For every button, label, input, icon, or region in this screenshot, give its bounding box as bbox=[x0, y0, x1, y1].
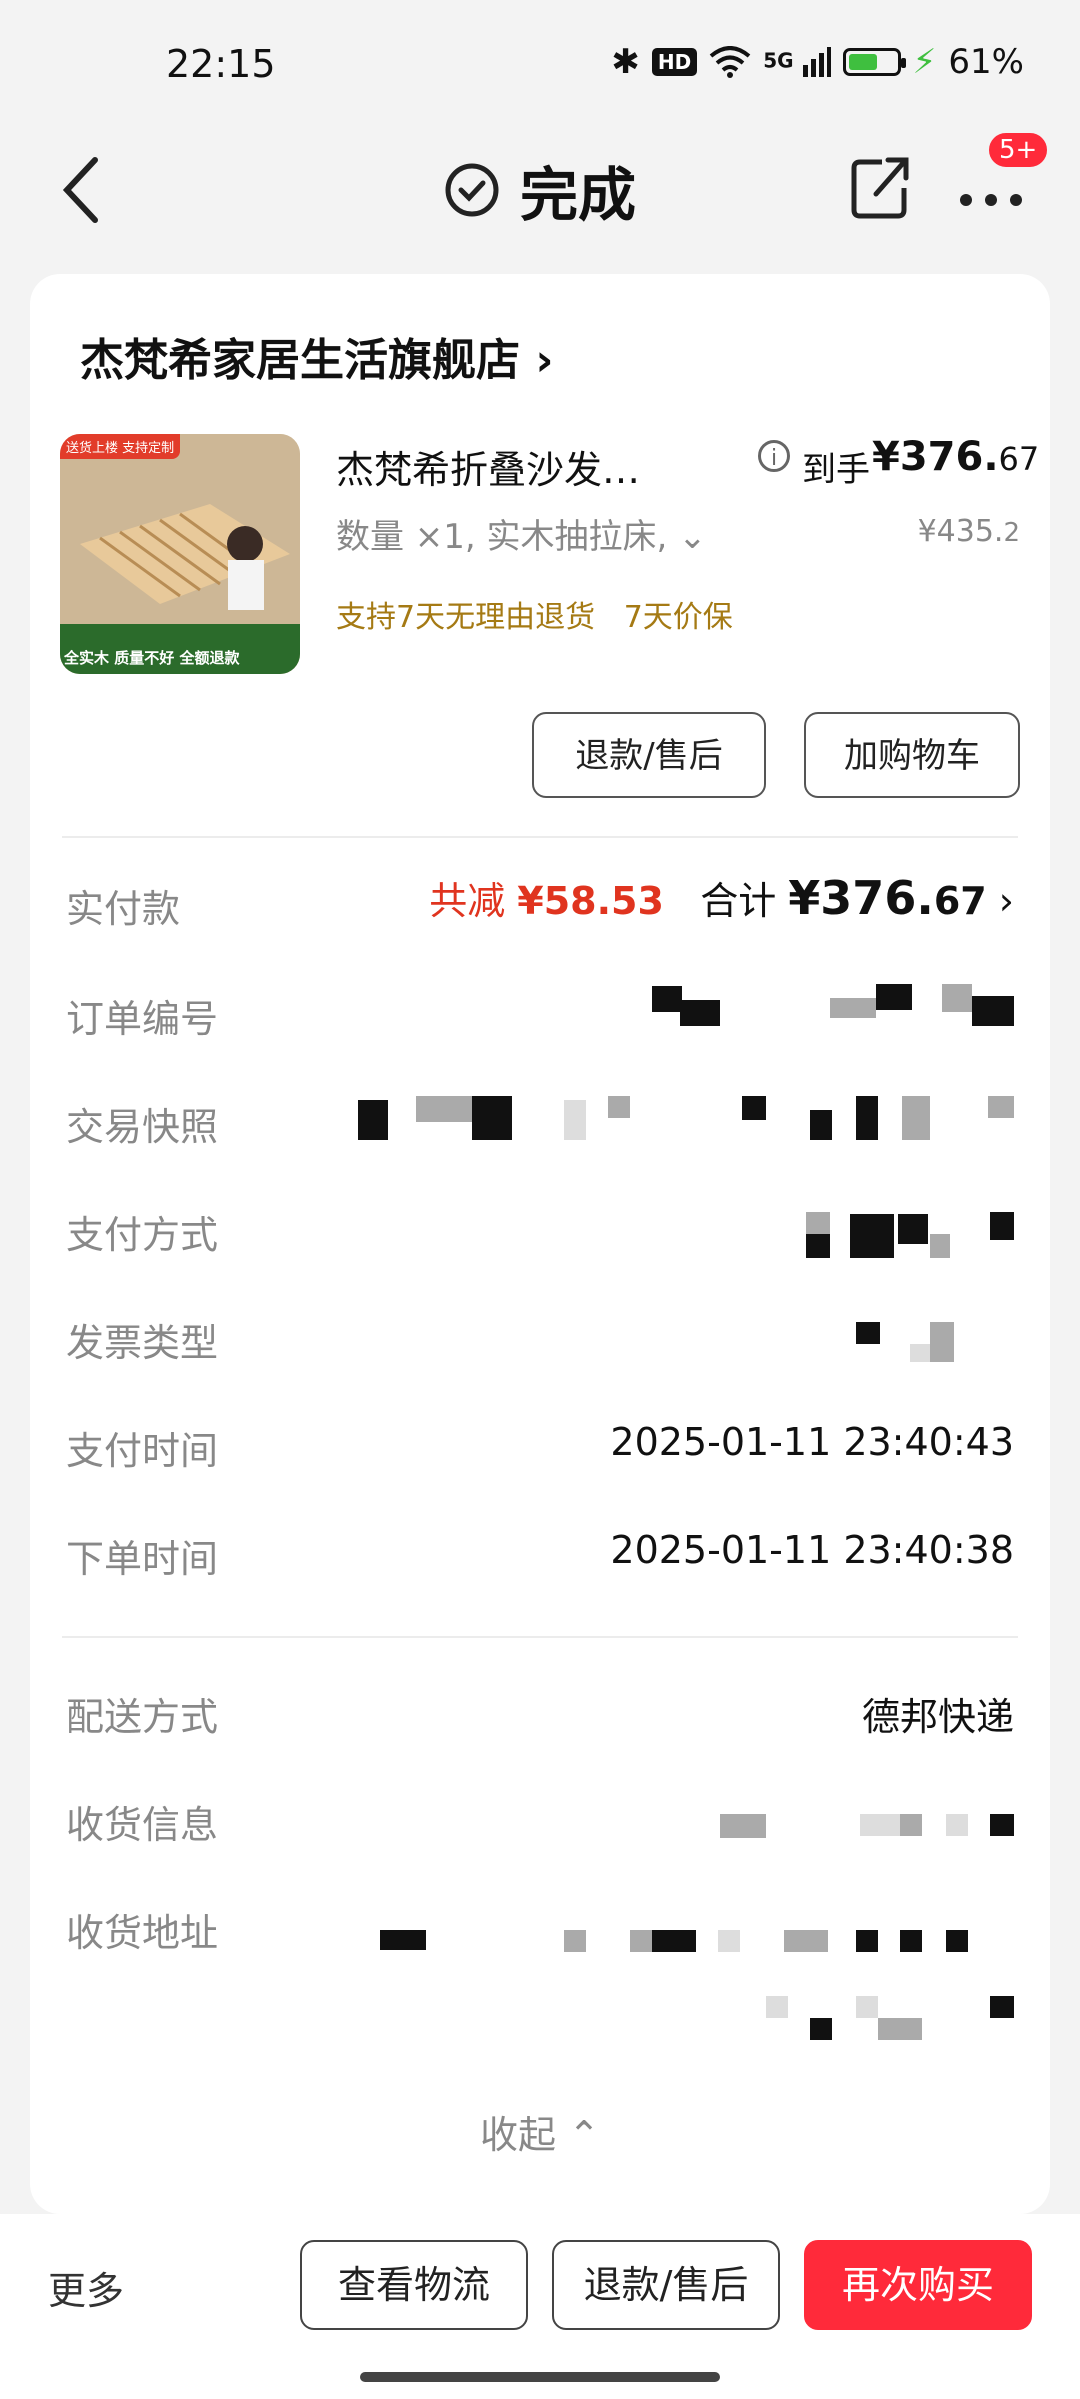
buy-again-button[interactable]: 再次购买 bbox=[804, 2240, 1032, 2330]
nav-bar: 完成 bbox=[0, 130, 1080, 250]
divider bbox=[62, 836, 1018, 838]
refund-button[interactable]: 退款/售后 bbox=[532, 712, 766, 798]
total-dec: 67 bbox=[933, 879, 987, 923]
invoice-type-label: 发票类型 bbox=[66, 1321, 219, 1365]
more-link[interactable]: 更多 bbox=[48, 2260, 124, 2315]
orig-dec: 2 bbox=[1003, 518, 1020, 548]
payment-label: 实付款 bbox=[66, 887, 181, 931]
product-spec[interactable]: 数量 ×1, 实木抽拉床, ⌄ bbox=[336, 509, 707, 558]
page-title: 完成 bbox=[0, 148, 1080, 232]
bed-illustration bbox=[60, 434, 300, 674]
discount-label: 共减 bbox=[429, 879, 506, 923]
delivery-method-label: 配送方式 bbox=[66, 1695, 219, 1739]
bluetooth-icon: ✱ bbox=[611, 42, 640, 82]
refund-aftersale-button[interactable]: 退款/售后 bbox=[552, 2240, 780, 2330]
divider bbox=[62, 1636, 1018, 1638]
product-image[interactable]: 送货上楼 支持定制 全实木 质量不好 全额退款 bbox=[60, 434, 300, 674]
order-card: 杰梵希家居生活旗舰店 › 送货上楼 支持定制 全实木 质量不好 全额退款 杰梵希… bbox=[30, 274, 1050, 2214]
view-logistics-button[interactable]: 查看物流 bbox=[300, 2240, 528, 2330]
status-time: 22:15 bbox=[166, 42, 276, 86]
payment-summary[interactable]: 共减 ¥58.53 合计 ¥376.67 › bbox=[429, 870, 1014, 925]
order-time-label: 下单时间 bbox=[66, 1537, 219, 1581]
discount-amount: ¥58.53 bbox=[517, 879, 664, 923]
battery-percent: 61% bbox=[948, 42, 1024, 82]
wifi-icon bbox=[709, 46, 751, 78]
orig-int: ¥435. bbox=[917, 514, 1004, 549]
add-to-cart-button[interactable]: 加购物车 bbox=[804, 712, 1020, 798]
order-time-value: 2025-01-11 23:40:38 bbox=[610, 1528, 1014, 1572]
check-circle-icon bbox=[445, 163, 499, 217]
original-price: ¥435.2 bbox=[918, 514, 1020, 549]
share-icon[interactable] bbox=[848, 150, 912, 222]
snapshot-label[interactable]: 交易快照 bbox=[66, 1096, 218, 1151]
total-int: ¥376. bbox=[788, 871, 934, 925]
info-icon[interactable]: i bbox=[758, 440, 790, 472]
product-name[interactable]: 杰梵希折叠沙发… bbox=[336, 439, 640, 494]
delivery-method-value: 德邦快递 bbox=[861, 1695, 1014, 1739]
store-name: 杰梵希家居生活旗舰店 bbox=[80, 335, 520, 386]
pay-time-label: 支付时间 bbox=[66, 1429, 219, 1473]
notification-badge: 5+ bbox=[986, 130, 1051, 170]
guarantee-text: 支持7天无理由退货 7天价保 bbox=[336, 600, 733, 635]
status-icons: ✱ HD 5G ⚡ 61% bbox=[611, 42, 1024, 82]
order-number-label: 订单编号 bbox=[66, 997, 219, 1041]
price-dec: 67 bbox=[998, 440, 1040, 478]
title-text: 完成 bbox=[519, 161, 636, 229]
pay-method-label: 支付方式 bbox=[66, 1213, 219, 1257]
charging-icon: ⚡ bbox=[912, 42, 937, 82]
product-price: ¥376.67 bbox=[872, 434, 1039, 480]
collapse-button[interactable]: 收起 ⌃ bbox=[30, 2104, 1050, 2159]
signal-icon: 5G bbox=[763, 47, 831, 77]
image-bottom-text: 全实木 质量不好 全额退款 bbox=[64, 649, 240, 667]
bottom-action-bar: 更多 查看物流 退款/售后 再次购买 bbox=[0, 2214, 1080, 2399]
signal-label: 5G bbox=[763, 48, 794, 73]
total-label: 合计 bbox=[700, 879, 777, 923]
battery-icon bbox=[842, 48, 906, 76]
receiver-info-label: 收货信息 bbox=[66, 1803, 219, 1847]
chevron-right-icon: › bbox=[998, 879, 1014, 923]
home-indicator[interactable] bbox=[360, 2372, 720, 2382]
pay-time-value: 2025-01-11 23:40:43 bbox=[610, 1420, 1014, 1464]
image-banner: 送货上楼 支持定制 bbox=[60, 434, 181, 459]
hd-icon: HD bbox=[651, 48, 698, 76]
receiver-address-label: 收货地址 bbox=[66, 1911, 219, 1955]
price-int: ¥376. bbox=[872, 434, 999, 480]
price-label: 到手 bbox=[802, 450, 870, 490]
status-bar: 22:15 ✱ HD 5G ⚡ 61% bbox=[0, 0, 1080, 130]
store-link[interactable]: 杰梵希家居生活旗舰店 › bbox=[80, 324, 553, 388]
chevron-right-icon: › bbox=[535, 335, 554, 386]
